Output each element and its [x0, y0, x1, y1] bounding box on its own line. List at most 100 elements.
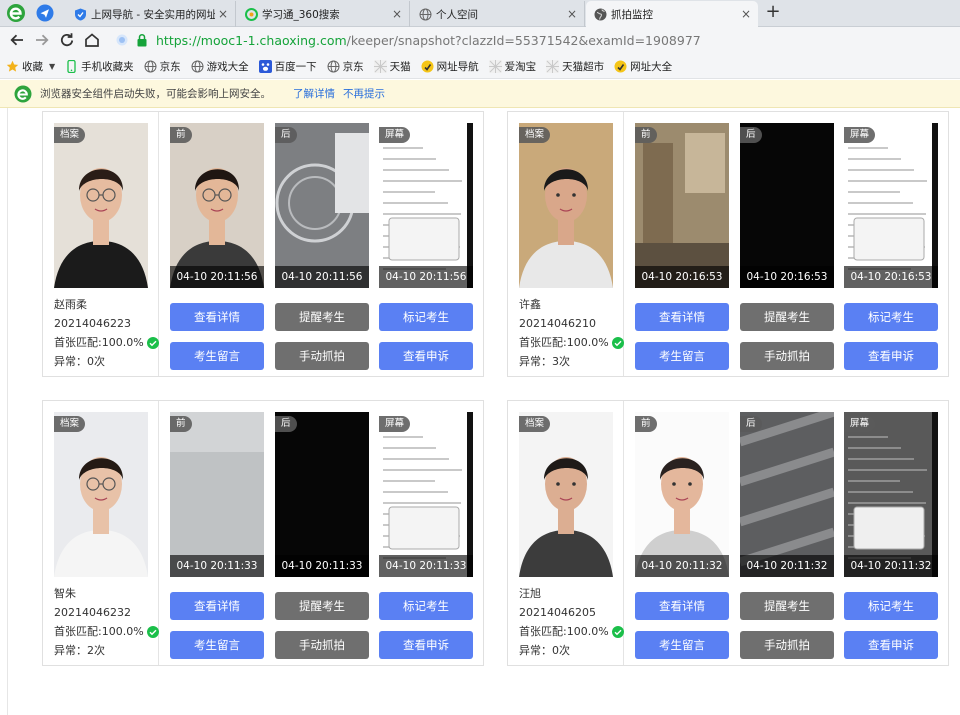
screen-capture[interactable]: 屏幕 04-10 20:11:32 [844, 412, 938, 577]
photo-tag: 前 [635, 416, 657, 432]
tab-shangwang-daohang[interactable]: 上网导航 - 安全实用的网址导 × [66, 1, 236, 27]
capture-time: 04-10 20:11:56 [170, 266, 264, 288]
bookmark-nav[interactable]: 网址导航 [421, 59, 479, 74]
student-info: 智朱 20214046232 首张匹配: 100.0% 异常： 2次 [54, 584, 159, 660]
bookmark-jd-2[interactable]: 京东 [327, 59, 364, 74]
reload-icon[interactable] [58, 31, 76, 49]
manual-capture-button[interactable]: 手动抓拍 [740, 342, 834, 370]
tab-title: 个人空间 [436, 8, 478, 21]
view-appeal-button[interactable]: 查看申诉 [844, 631, 938, 659]
capture-time: 04-10 20:11:32 [844, 555, 938, 577]
capture-time: 04-10 20:11:33 [275, 555, 369, 577]
student-name: 汪旭 [519, 587, 541, 600]
match-value: 100.0% [101, 625, 144, 638]
mark-button[interactable]: 标记考生 [379, 592, 473, 620]
bookmark-tmall-market[interactable]: 天猫超市 [546, 59, 604, 74]
profile-photo[interactable]: 档案 [54, 412, 148, 577]
match-value: 100.0% [566, 625, 609, 638]
photo-tag: 屏幕 [379, 416, 411, 432]
bookmark-aitaobao[interactable]: 爱淘宝 [488, 59, 536, 74]
tab-title: 上网导航 - 安全实用的网址导 [91, 8, 215, 21]
details-button[interactable]: 查看详情 [635, 592, 729, 620]
details-button[interactable]: 查看详情 [170, 303, 264, 331]
front-camera-photo[interactable]: 前 04-10 20:11:56 [170, 123, 264, 288]
front-camera-photo[interactable]: 前 04-10 20:11:32 [635, 412, 729, 577]
back-camera-photo[interactable]: 后 04-10 20:11:32 [740, 412, 834, 577]
remind-button[interactable]: 提醒考生 [275, 592, 369, 620]
bookmark-url-directory[interactable]: 网址大全 [614, 59, 672, 74]
profile-photo[interactable]: 档案 [54, 123, 148, 288]
globe-favicon-icon [594, 8, 607, 20]
photo-tag: 后 [740, 127, 762, 143]
check-circle-icon [611, 625, 624, 638]
pinned-tab-send-icon[interactable] [36, 4, 54, 22]
tab-close-icon[interactable]: × [738, 7, 754, 21]
bookmark-baidu[interactable]: 百度一下 [258, 59, 317, 74]
screen-capture[interactable]: 屏幕 04-10 20:11:33 [379, 412, 473, 577]
bookmark-jd[interactable]: 京东 [144, 59, 181, 74]
url-bar[interactable]: https://mooc1-1.chaoxing.com/keeper/snap… [112, 30, 957, 51]
learn-more-link[interactable]: 了解详情 [293, 86, 335, 101]
browser-logo-icon[interactable] [6, 3, 26, 23]
details-button[interactable]: 查看详情 [635, 303, 729, 331]
tab-snapshot-monitor[interactable]: 抓拍监控 × [586, 1, 758, 27]
back-camera-photo[interactable]: 后 04-10 20:11:33 [275, 412, 369, 577]
cat-icon [373, 59, 387, 73]
mark-button[interactable]: 标记考生 [379, 303, 473, 331]
back-arrow-icon[interactable] [8, 31, 26, 49]
new-tab-button[interactable]: + [763, 2, 783, 22]
message-button[interactable]: 考生留言 [170, 631, 264, 659]
forward-arrow-icon[interactable] [33, 31, 51, 49]
bookmark-tmall[interactable]: 天猫 [373, 59, 411, 74]
manual-capture-button[interactable]: 手动抓拍 [275, 342, 369, 370]
chevron-down-icon[interactable]: ▼ [49, 62, 55, 71]
screen-capture[interactable]: 屏幕 04-10 20:16:53 [844, 123, 938, 288]
phone-icon [67, 59, 76, 73]
profile-photo[interactable]: 档案 [519, 123, 613, 288]
view-appeal-button[interactable]: 查看申诉 [379, 342, 473, 370]
home-icon[interactable] [83, 31, 101, 49]
check-circle-icon [146, 336, 159, 349]
dismiss-link[interactable]: 不再提示 [343, 86, 385, 101]
details-button[interactable]: 查看详情 [170, 592, 264, 620]
bookmark-favorites[interactable]: 收藏 ▼ [6, 59, 55, 74]
remind-button[interactable]: 提醒考生 [740, 303, 834, 331]
screen-capture[interactable]: 屏幕 04-10 20:11:56 [379, 123, 473, 288]
front-camera-photo[interactable]: 前 04-10 20:16:53 [635, 123, 729, 288]
message-button[interactable]: 考生留言 [170, 342, 264, 370]
url-text[interactable]: https://mooc1-1.chaoxing.com/keeper/snap… [156, 33, 701, 48]
tab-personal-space[interactable]: 个人空间 × [411, 1, 585, 27]
front-camera-photo[interactable]: 前 04-10 20:11:33 [170, 412, 264, 577]
tab-close-icon[interactable]: × [389, 7, 405, 21]
tab-xuexitong-search[interactable]: 学习通_360搜索 × [237, 1, 410, 27]
bookmark-games[interactable]: 游戏大全 [191, 59, 249, 74]
tab-title: 学习通_360搜索 [262, 8, 340, 21]
capture-time: 04-10 20:16:53 [635, 266, 729, 288]
tab-title: 抓拍监控 [611, 8, 653, 21]
abnormal-count: 0次 [552, 644, 570, 657]
student-card: 档案 前 04-10 20:11:33 后 04-10 20:11:33 屏幕 04-10 … [42, 400, 484, 666]
mark-button[interactable]: 标记考生 [844, 303, 938, 331]
message-button[interactable]: 考生留言 [635, 631, 729, 659]
student-info: 赵雨柔 20214046223 首张匹配: 100.0% 异常： 0次 [54, 295, 159, 371]
view-appeal-button[interactable]: 查看申诉 [379, 631, 473, 659]
tab-close-icon[interactable]: × [215, 7, 231, 21]
manual-capture-button[interactable]: 手动抓拍 [740, 631, 834, 659]
back-camera-photo[interactable]: 后 04-10 20:16:53 [740, 123, 834, 288]
profile-photo[interactable]: 档案 [519, 412, 613, 577]
capture-time: 04-10 20:11:33 [379, 555, 473, 577]
remind-button[interactable]: 提醒考生 [740, 592, 834, 620]
site-info-icon[interactable] [116, 34, 128, 46]
tab-close-icon[interactable]: × [564, 7, 580, 21]
abnormal-label: 异常： [519, 644, 552, 657]
bookmark-mobile-favorites[interactable]: 手机收藏夹 [65, 59, 134, 74]
remind-button[interactable]: 提醒考生 [275, 303, 369, 331]
view-appeal-button[interactable]: 查看申诉 [844, 342, 938, 370]
mark-button[interactable]: 标记考生 [844, 592, 938, 620]
manual-capture-button[interactable]: 手动抓拍 [275, 631, 369, 659]
url-path: /keeper/snapshot?clazzId=55371542&examId… [346, 33, 701, 48]
warning-message: 浏览器安全组件启动失败，可能会影响上网安全。 [40, 88, 271, 100]
message-button[interactable]: 考生留言 [635, 342, 729, 370]
back-camera-photo[interactable]: 后 04-10 20:11:56 [275, 123, 369, 288]
student-id: 20214046232 [54, 606, 131, 619]
